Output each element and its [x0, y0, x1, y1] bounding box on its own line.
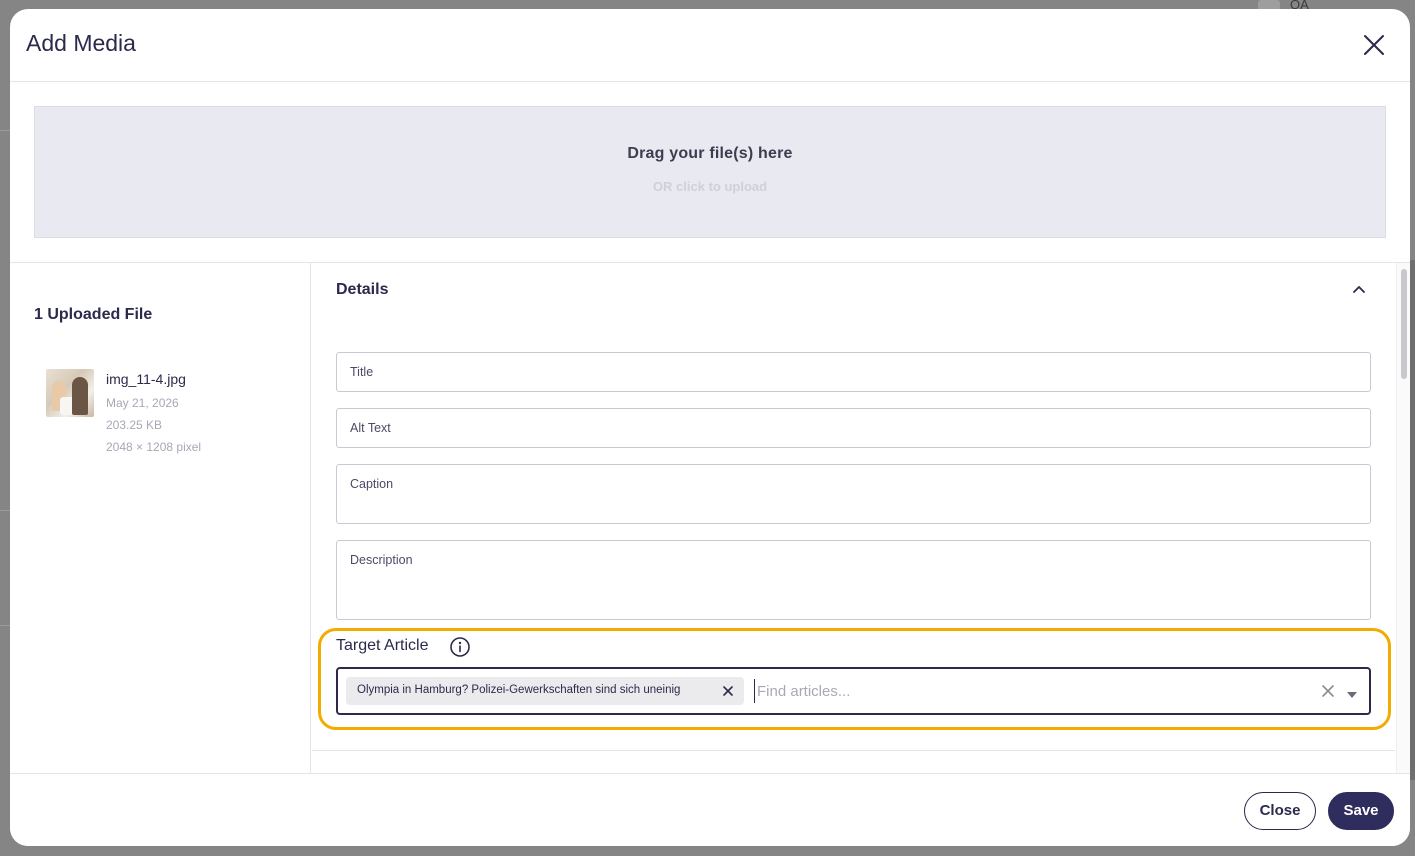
alt-text-field-label: Alt Text — [350, 421, 391, 435]
file-thumbnail — [46, 369, 94, 417]
dropzone-subtitle: OR click to upload — [652, 179, 768, 194]
file-size: 203.25 KB — [106, 418, 163, 432]
description-field-label: Description — [350, 553, 413, 567]
clear-icon[interactable] — [1320, 683, 1336, 699]
selected-article-chip-label: Olympia in Hamburg? Polizei-Gewerkschaft… — [357, 684, 681, 696]
dropzone-title: Drag your file(s) here — [627, 145, 793, 162]
modal-header: Add Media — [10, 9, 1410, 82]
file-name: img_11-4.jpg — [106, 371, 186, 387]
details-panel: Details Title Alt Text Caption Descripti… — [312, 263, 1395, 773]
description-field[interactable]: Description — [336, 540, 1371, 620]
uploaded-files-panel: 1 Uploaded File img_11-4.jpg May 21, 202… — [10, 263, 311, 773]
backdrop-divider — [0, 130, 10, 131]
find-articles-input[interactable] — [754, 679, 1294, 703]
backdrop-divider — [0, 625, 10, 626]
add-media-modal: Add Media Drag your file(s) here OR clic… — [10, 9, 1410, 846]
save-button[interactable]: Save — [1328, 792, 1394, 830]
selected-article-chip: Olympia in Hamburg? Polizei-Gewerkschaft… — [346, 677, 744, 705]
caption-field-label: Caption — [350, 477, 394, 491]
caret-down-icon[interactable] — [1346, 687, 1358, 698]
file-dimensions: 2048 × 1208 pixel — [106, 440, 202, 454]
modal-title: Add Media — [26, 30, 136, 56]
caption-field[interactable]: Caption — [336, 464, 1371, 524]
details-scrollbar[interactable] — [1396, 263, 1410, 773]
details-heading: Details — [336, 281, 389, 298]
info-icon[interactable] — [449, 636, 471, 658]
chevron-up-icon[interactable] — [1350, 281, 1368, 299]
alt-text-field[interactable]: Alt Text — [336, 408, 1371, 448]
divider — [312, 750, 1395, 751]
uploaded-files-heading: 1 Uploaded File — [34, 306, 153, 323]
target-article-select[interactable]: Olympia in Hamburg? Polizei-Gewerkschaft… — [336, 667, 1371, 715]
title-field-label: Title — [350, 365, 374, 379]
scrollbar-thumb[interactable] — [1401, 269, 1407, 379]
close-button[interactable]: Close — [1244, 792, 1316, 830]
modal-footer: Close Save — [10, 773, 1410, 846]
uploaded-file-item[interactable]: img_11-4.jpg May 21, 2026 203.25 KB 2048… — [46, 367, 286, 463]
backdrop-divider — [0, 510, 10, 511]
file-date: May 21, 2026 — [106, 396, 179, 410]
close-icon[interactable] — [1360, 31, 1388, 59]
target-article-label: Target Article — [336, 637, 429, 654]
chip-remove-icon[interactable] — [720, 683, 736, 699]
title-field[interactable]: Title — [336, 352, 1371, 392]
file-dropzone[interactable]: Drag your file(s) here OR click to uploa… — [34, 106, 1386, 238]
